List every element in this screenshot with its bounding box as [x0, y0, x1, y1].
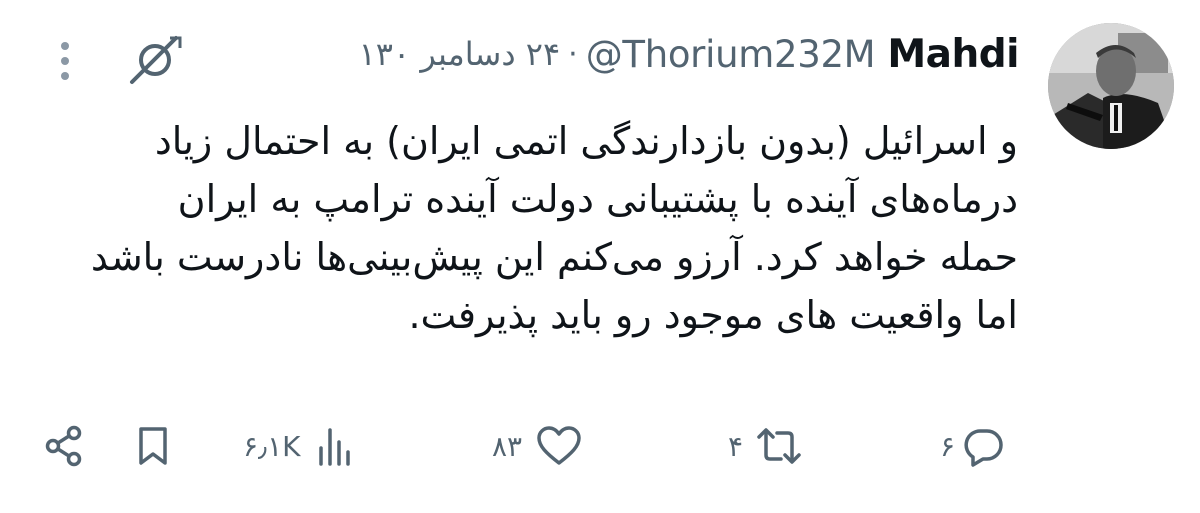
share-icon: [45, 425, 82, 467]
views-bar-icon: [318, 428, 350, 466]
author-handle[interactable]: @Thorium232M: [586, 33, 876, 76]
retweet-button[interactable]: ۴: [728, 422, 803, 470]
tweet-text: و اسرائیل (بدون بازدارندگی اتمی ایران) ب…: [28, 112, 1018, 344]
reply-icon: [964, 429, 1003, 467]
author-display-name[interactable]: Mahdi: [887, 32, 1019, 77]
more-dots-icon[interactable]: [52, 38, 78, 84]
like-button[interactable]: ۸۳: [492, 422, 582, 470]
tweet-text-line: حمله خواهد کرد. آرزو می‌کنم این پیش‌بینی…: [90, 235, 1018, 279]
tweet-actions: ۶ ۴ ۸۳ ۶٫۱K: [0, 412, 1200, 482]
bookmark-button[interactable]: [136, 422, 170, 470]
header-separator: ·: [568, 36, 578, 72]
views-count: ۶٫۱K: [243, 429, 301, 463]
like-count: ۸۳: [492, 429, 523, 463]
bookmark-icon: [139, 427, 167, 465]
retweet-icon: [757, 428, 801, 464]
avatar[interactable]: [1048, 23, 1174, 149]
tweet-header: Mahdi @Thorium232M · ۲۴ دسامبر ۱۳۰: [359, 29, 1020, 79]
avatar-image: [1048, 23, 1174, 149]
grok-icon[interactable]: [124, 34, 186, 86]
views-button[interactable]: ۶٫۱K: [243, 422, 353, 470]
share-button[interactable]: [44, 422, 84, 470]
retweet-count: ۴: [728, 429, 744, 463]
reply-count: ۶: [940, 429, 956, 463]
reply-button[interactable]: ۶: [940, 422, 1005, 470]
tweet-text-line: و اسرائیل (بدون بازدارندگی اتمی ایران) ب…: [154, 119, 1018, 163]
heart-icon: [537, 426, 581, 465]
tweet-text-line: درماه‌های آینده با پشتیبانی دولت آینده ت…: [177, 177, 1018, 221]
tweet-text-line: اما واقعیت های موجود رو باید پذیرفت.: [408, 293, 1018, 337]
tweet-date[interactable]: ۲۴ دسامبر ۱۳۰: [359, 35, 561, 73]
